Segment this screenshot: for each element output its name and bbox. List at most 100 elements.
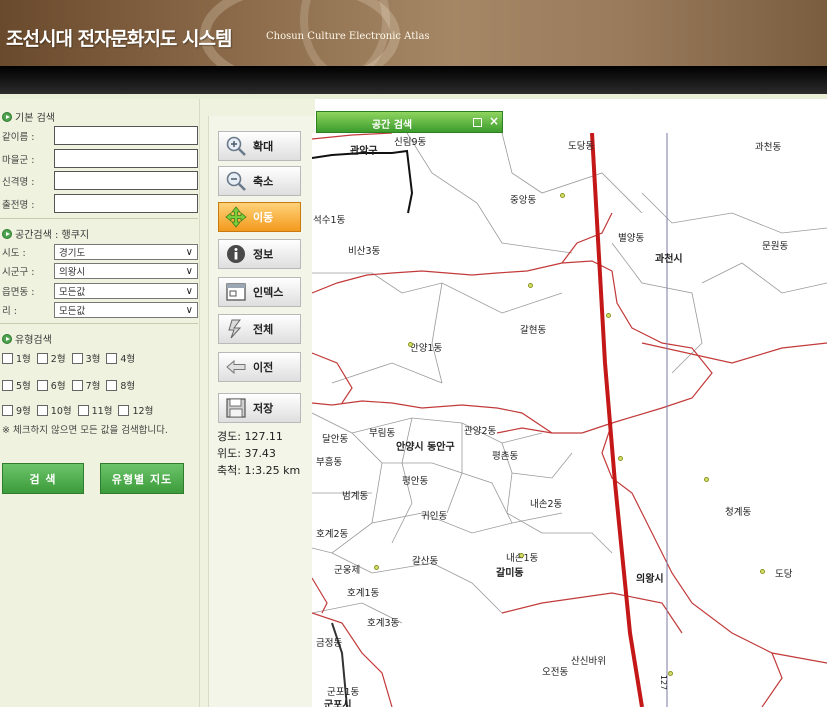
type-checkbox[interactable]: 4형 — [106, 351, 135, 365]
chevron-down-icon: ∨ — [185, 246, 193, 258]
poi-marker[interactable] — [618, 456, 623, 461]
basic-search-heading: 기본 검색 — [2, 109, 55, 124]
info-icon — [225, 243, 247, 265]
search-button[interactable]: 검 색 — [2, 463, 84, 494]
map-label: 호계1동 — [347, 588, 380, 599]
map-label: 호계3동 — [367, 618, 400, 629]
type-checkbox[interactable]: 8형 — [106, 378, 135, 392]
section-divider — [0, 218, 198, 219]
field-label: 신격명 : — [2, 176, 35, 188]
checkbox-box[interactable] — [36, 379, 48, 391]
poi-marker[interactable] — [408, 342, 413, 347]
index-map-icon — [225, 281, 247, 303]
deity-input[interactable] — [54, 171, 198, 190]
search-panel: 기본 검색 같이름 : 마을군 : 신격명 : 출전명 : 공간검색 : 행쿠지… — [0, 99, 200, 707]
map-label: 안양1동 — [410, 343, 443, 354]
checkbox-box[interactable] — [71, 352, 83, 364]
map-label: 관양2동 — [464, 426, 497, 437]
poi-marker[interactable] — [374, 565, 379, 570]
checkbox-box[interactable] — [118, 404, 130, 416]
type-checkbox[interactable]: 12형 — [118, 403, 153, 417]
previous-view-button[interactable]: 이전 — [218, 352, 301, 382]
map-panel-titlebar[interactable]: 공간 검색 × — [316, 111, 503, 133]
poi-marker[interactable] — [560, 193, 565, 198]
map-label: 청계동 — [725, 507, 752, 518]
poi-marker[interactable] — [519, 553, 524, 558]
map-label: 신림9동 — [394, 137, 427, 148]
city-select[interactable]: 의왕시 ∨ — [54, 263, 198, 279]
select-label: 시도 : — [2, 248, 26, 259]
info-button[interactable]: 정보 — [218, 239, 301, 269]
zoom-in-icon — [225, 135, 247, 157]
type-checkbox[interactable]: 5형 — [2, 378, 31, 392]
type-checkbox[interactable]: 3형 — [71, 351, 100, 365]
source-input[interactable] — [54, 194, 198, 213]
zoom-out-icon — [225, 170, 247, 192]
map-label: 범계동 — [342, 491, 369, 502]
district-boundaries — [312, 133, 827, 624]
map-label: 군포1동 — [327, 687, 360, 698]
field-row: 마을군 : — [2, 149, 198, 168]
checkbox-box[interactable] — [36, 404, 48, 416]
village-select[interactable]: 모든값 ∨ — [54, 302, 198, 318]
field-label: 출전명 : — [2, 199, 35, 211]
type-checkbox[interactable]: 10형 — [36, 403, 72, 417]
map-label: 달안동 — [322, 434, 349, 445]
checkbox-box[interactable] — [106, 352, 118, 364]
minimize-icon[interactable] — [473, 118, 482, 127]
checkbox-box[interactable] — [106, 379, 118, 391]
map-label: 갈미동 — [496, 568, 524, 579]
select-label: 리 : — [2, 306, 17, 317]
map-label: 과천동 — [755, 142, 782, 153]
zoom-out-button[interactable]: 축소 — [218, 166, 301, 196]
full-extent-button[interactable]: 전체 — [218, 314, 301, 344]
save-button[interactable]: 저장 — [218, 393, 301, 423]
map-label: 석수1동 — [313, 215, 346, 226]
move-icon — [225, 206, 247, 228]
chevron-down-icon: ∨ — [185, 304, 193, 316]
map-label: 평안동 — [402, 476, 429, 487]
index-map-button[interactable]: 인덱스 — [218, 277, 301, 307]
map-label: 중앙동 — [510, 195, 537, 206]
map-label: 산신바위 — [571, 656, 606, 667]
type-checkbox[interactable]: 7형 — [71, 378, 100, 392]
map-label: 평촌동 — [492, 451, 519, 462]
name-input[interactable] — [54, 126, 198, 145]
zoom-in-button[interactable]: 확대 — [218, 131, 301, 161]
field-label: 같이름 : — [2, 131, 35, 143]
type-checkbox-row: 9형 10형 11형 12형 — [2, 403, 159, 417]
type-checkbox[interactable]: 6형 — [36, 378, 66, 392]
map-label: 내손2동 — [530, 499, 563, 510]
checkbox-box[interactable] — [2, 379, 13, 391]
poi-marker[interactable] — [760, 569, 765, 574]
type-checkbox[interactable]: 11형 — [77, 403, 112, 417]
province-select[interactable]: 경기도 ∨ — [54, 244, 198, 260]
chevron-down-icon: ∨ — [185, 285, 193, 297]
type-checkbox[interactable]: 1형 — [2, 351, 31, 365]
type-checkbox[interactable]: 2형 — [36, 351, 66, 365]
map-label: 도당동 — [568, 141, 595, 152]
poi-marker[interactable] — [606, 313, 611, 318]
checkbox-box[interactable] — [2, 352, 13, 364]
checkbox-box[interactable] — [71, 379, 83, 391]
map-canvas[interactable]: 관악구 신림9동 도당동 과천동 중앙동 석수1동 비산3동 별양동 과천시 문… — [312, 133, 827, 707]
map-label: 갈현동 — [520, 325, 547, 336]
type-map-button[interactable]: 유형별 지도 — [100, 463, 184, 494]
poi-marker[interactable] — [704, 477, 709, 482]
bullet-icon — [2, 111, 12, 122]
village-input[interactable] — [54, 149, 198, 168]
poi-marker[interactable] — [668, 671, 673, 676]
section-divider — [0, 323, 198, 324]
checkbox-box[interactable] — [36, 352, 48, 364]
checkbox-box[interactable] — [77, 404, 89, 416]
full-extent-icon — [225, 318, 247, 340]
move-button[interactable]: 이동 — [218, 202, 301, 232]
close-icon[interactable]: × — [489, 114, 499, 128]
type-checkbox[interactable]: 9형 — [2, 403, 31, 417]
select-row: 시군구 : 의왕시 ∨ — [2, 263, 198, 279]
checkbox-box[interactable] — [2, 404, 13, 416]
field-label: 마을군 : — [2, 154, 35, 166]
town-select[interactable]: 모든값 ∨ — [54, 283, 198, 299]
scale-readout: 축척: 1:3.25 km — [217, 464, 301, 477]
poi-marker[interactable] — [528, 283, 533, 288]
